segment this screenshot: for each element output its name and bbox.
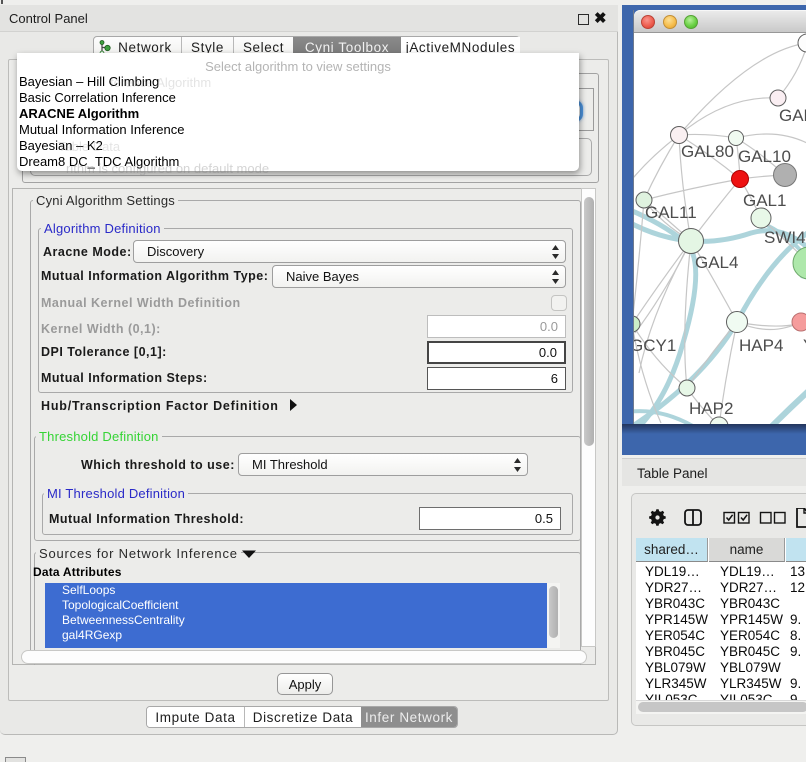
svg-text:GAL80: GAL80 bbox=[681, 142, 734, 161]
svg-text:GAL7: GAL7 bbox=[779, 106, 806, 125]
svg-text:SWI4: SWI4 bbox=[764, 228, 806, 247]
svg-text:GAL1: GAL1 bbox=[743, 191, 786, 210]
svg-text:GCY1: GCY1 bbox=[634, 336, 676, 355]
svg-text:HAP2: HAP2 bbox=[689, 399, 733, 418]
svg-text:GAL11: GAL11 bbox=[645, 203, 697, 222]
svg-text:GAL4: GAL4 bbox=[695, 253, 738, 272]
svg-text:HAP4: HAP4 bbox=[739, 336, 783, 355]
svg-text:GAL10: GAL10 bbox=[738, 147, 791, 166]
